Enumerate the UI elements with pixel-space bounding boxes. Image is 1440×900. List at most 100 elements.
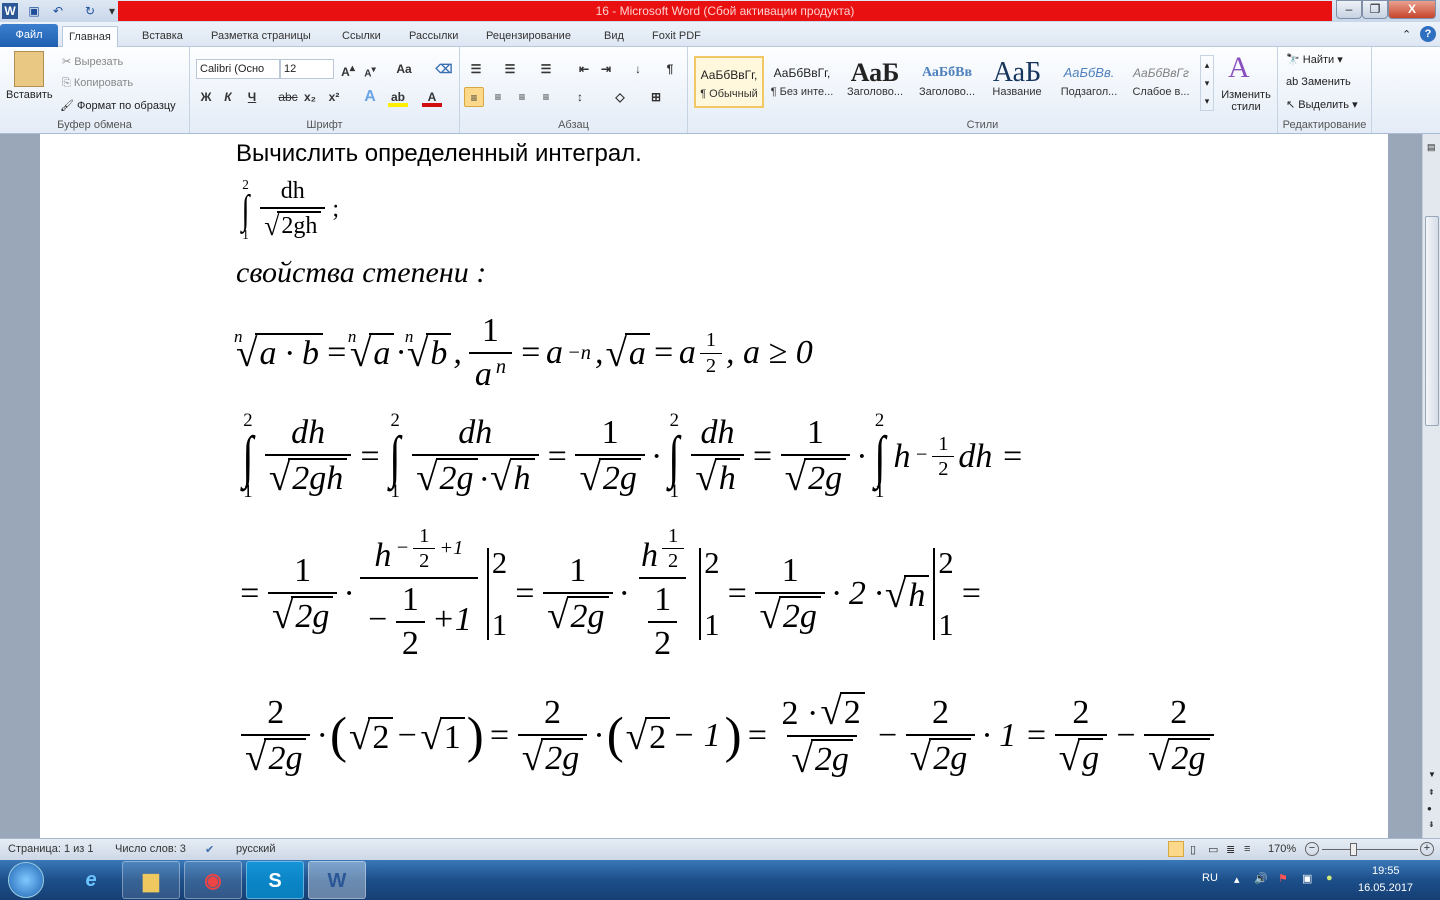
shading-icon[interactable]: ◇ [610, 87, 630, 107]
style-subtitle[interactable]: АаБбВв. Подзагол... [1054, 56, 1124, 108]
clock-time[interactable]: 19:55 [1372, 865, 1400, 877]
text-effects-icon[interactable]: A [360, 87, 380, 107]
style-no-spacing[interactable]: АаБбВвГг, ¶ Без инте... [767, 56, 837, 108]
input-language[interactable]: RU [1202, 872, 1218, 884]
change-styles-button[interactable]: Изменить стили [1218, 89, 1274, 113]
close-button[interactable]: X [1388, 0, 1436, 19]
tray-app-icon[interactable]: ● [1326, 872, 1333, 884]
tab-insert[interactable]: Вставка [136, 26, 189, 47]
zoom-level[interactable]: 170% [1268, 843, 1296, 855]
language[interactable]: русский [236, 843, 275, 855]
volume-icon[interactable]: 🔊 [1254, 872, 1268, 885]
highlight-icon[interactable]: ab [388, 87, 408, 107]
print-layout-view-icon[interactable] [1168, 841, 1184, 857]
find-button[interactable]: 🔭 Найти ▾ [1286, 53, 1343, 66]
grow-font-icon[interactable]: A▴ [338, 59, 358, 79]
tab-references[interactable]: Ссылки [336, 26, 387, 47]
tab-review[interactable]: Рецензирование [480, 26, 577, 47]
font-name-select[interactable]: Calibri (Осно [196, 59, 280, 79]
italic-button[interactable]: К [218, 87, 238, 107]
change-case-button[interactable]: Aa [394, 59, 414, 79]
vertical-scrollbar[interactable]: ▤ ▼ ⇞ ● ⇟ [1422, 134, 1440, 838]
chrome-icon[interactable]: ◉ [184, 861, 242, 899]
tab-page-layout[interactable]: Разметка страницы [205, 26, 317, 47]
align-right-icon[interactable]: ≡ [512, 87, 532, 107]
file-explorer-icon[interactable]: ▆ [122, 861, 180, 899]
draft-view-icon[interactable]: ≡ [1244, 843, 1250, 855]
select-button[interactable]: ↖ Выделить ▾ [1286, 98, 1358, 111]
proofing-icon[interactable]: ✔ [205, 843, 214, 856]
numbering-icon[interactable]: ☰ [500, 59, 520, 79]
cut-button[interactable]: ✂ Вырезать [62, 55, 123, 68]
superscript-button[interactable]: x² [324, 87, 344, 107]
align-center-icon[interactable]: ≡ [488, 87, 508, 107]
help-icon[interactable]: ? [1420, 26, 1436, 42]
tab-view[interactable]: Вид [598, 26, 630, 47]
style-heading-2[interactable]: АаБбВв Заголово... [912, 56, 982, 108]
scroll-thumb[interactable] [1425, 216, 1439, 426]
zoom-in-icon[interactable]: + [1420, 842, 1434, 856]
tab-foxit-pdf[interactable]: Foxit PDF [646, 26, 707, 47]
next-page-icon[interactable]: ⇟ [1428, 820, 1435, 829]
undo-icon[interactable]: ↶ [50, 3, 66, 19]
style-subtle-emphasis[interactable]: АаБбВвГг Слабое в... [1126, 56, 1196, 108]
word-taskbar-icon[interactable]: W [308, 861, 366, 899]
clear-formatting-icon[interactable]: ⌫ [434, 59, 454, 79]
line-spacing-icon[interactable]: ↕ [570, 87, 590, 107]
replace-button[interactable]: ab Заменить [1286, 76, 1351, 88]
show-hidden-icons[interactable]: ▴ [1234, 873, 1240, 886]
change-styles-icon[interactable]: A [1228, 51, 1250, 85]
ruler-toggle-icon[interactable]: ▤ [1427, 142, 1436, 153]
previous-page-icon[interactable]: ⇞ [1428, 788, 1435, 797]
skype-icon[interactable]: S [246, 861, 304, 899]
zoom-out-icon[interactable]: − [1305, 842, 1319, 856]
paste-icon[interactable] [14, 51, 44, 87]
internet-explorer-icon[interactable]: e [62, 861, 120, 899]
borders-icon[interactable]: ⊞ [646, 87, 666, 107]
decrease-indent-icon[interactable]: ⇤ [574, 59, 594, 79]
format-painter-button[interactable]: 🖌 Формат по образцу [60, 99, 176, 112]
restore-button[interactable]: ❐ [1362, 0, 1388, 19]
show-formatting-button[interactable]: ¶ [660, 59, 680, 79]
style-heading-1[interactable]: АаБ Заголово... [840, 56, 910, 108]
clock-date[interactable]: 16.05.2017 [1358, 882, 1413, 894]
network-icon[interactable]: ▣ [1302, 872, 1312, 885]
tab-mailings[interactable]: Рассылки [403, 26, 464, 47]
word-count[interactable]: Число слов: 3 [115, 843, 186, 855]
shrink-font-icon[interactable]: A▾ [360, 59, 380, 79]
zoom-slider[interactable] [1322, 849, 1418, 850]
styles-scroll[interactable]: ▴ ▾ ▾ [1200, 55, 1214, 111]
browse-object-icon[interactable]: ● [1427, 804, 1432, 813]
redo-icon[interactable]: ↻ [82, 3, 98, 19]
tab-file[interactable]: Файл [0, 24, 58, 47]
copy-button[interactable]: ⎘ Копировать [62, 77, 133, 90]
zoom-slider-thumb[interactable] [1350, 843, 1358, 856]
sort-icon[interactable]: ↓ [628, 59, 648, 79]
bullets-icon[interactable]: ☰ [466, 59, 486, 79]
increase-indent-icon[interactable]: ⇥ [596, 59, 616, 79]
page-count[interactable]: Страница: 1 из 1 [8, 843, 94, 855]
action-center-icon[interactable]: ⚑ [1278, 872, 1288, 885]
tab-home[interactable]: Главная [62, 26, 118, 48]
font-color-icon[interactable]: A [422, 87, 442, 107]
minimize-ribbon-icon[interactable]: ⌃ [1402, 28, 1411, 41]
justify-icon[interactable]: ≡ [536, 87, 556, 107]
font-size-select[interactable]: 12 [280, 59, 334, 79]
web-layout-view-icon[interactable]: ▭ [1208, 843, 1218, 856]
paste-button[interactable]: Вставить [6, 89, 53, 101]
save-icon[interactable]: ▣ [26, 3, 42, 19]
subscript-button[interactable]: x₂ [300, 87, 320, 107]
style-normal[interactable]: АаБбВвГг, ¶ Обычный [694, 56, 764, 108]
word-app-icon[interactable]: W [2, 3, 18, 19]
underline-button[interactable]: Ч [242, 87, 262, 107]
style-title[interactable]: АаБ Название [982, 56, 1052, 108]
start-button[interactable] [8, 862, 44, 898]
full-screen-view-icon[interactable]: ▯ [1190, 843, 1196, 856]
bold-button[interactable]: Ж [196, 87, 216, 107]
scroll-down-icon[interactable]: ▼ [1428, 770, 1436, 779]
outline-view-icon[interactable]: ≣ [1226, 843, 1235, 856]
strikethrough-button[interactable]: abc [278, 87, 298, 107]
minimize-button[interactable]: – [1336, 0, 1362, 19]
align-left-icon[interactable]: ≡ [464, 87, 484, 107]
multilevel-list-icon[interactable]: ☰ [536, 59, 556, 79]
